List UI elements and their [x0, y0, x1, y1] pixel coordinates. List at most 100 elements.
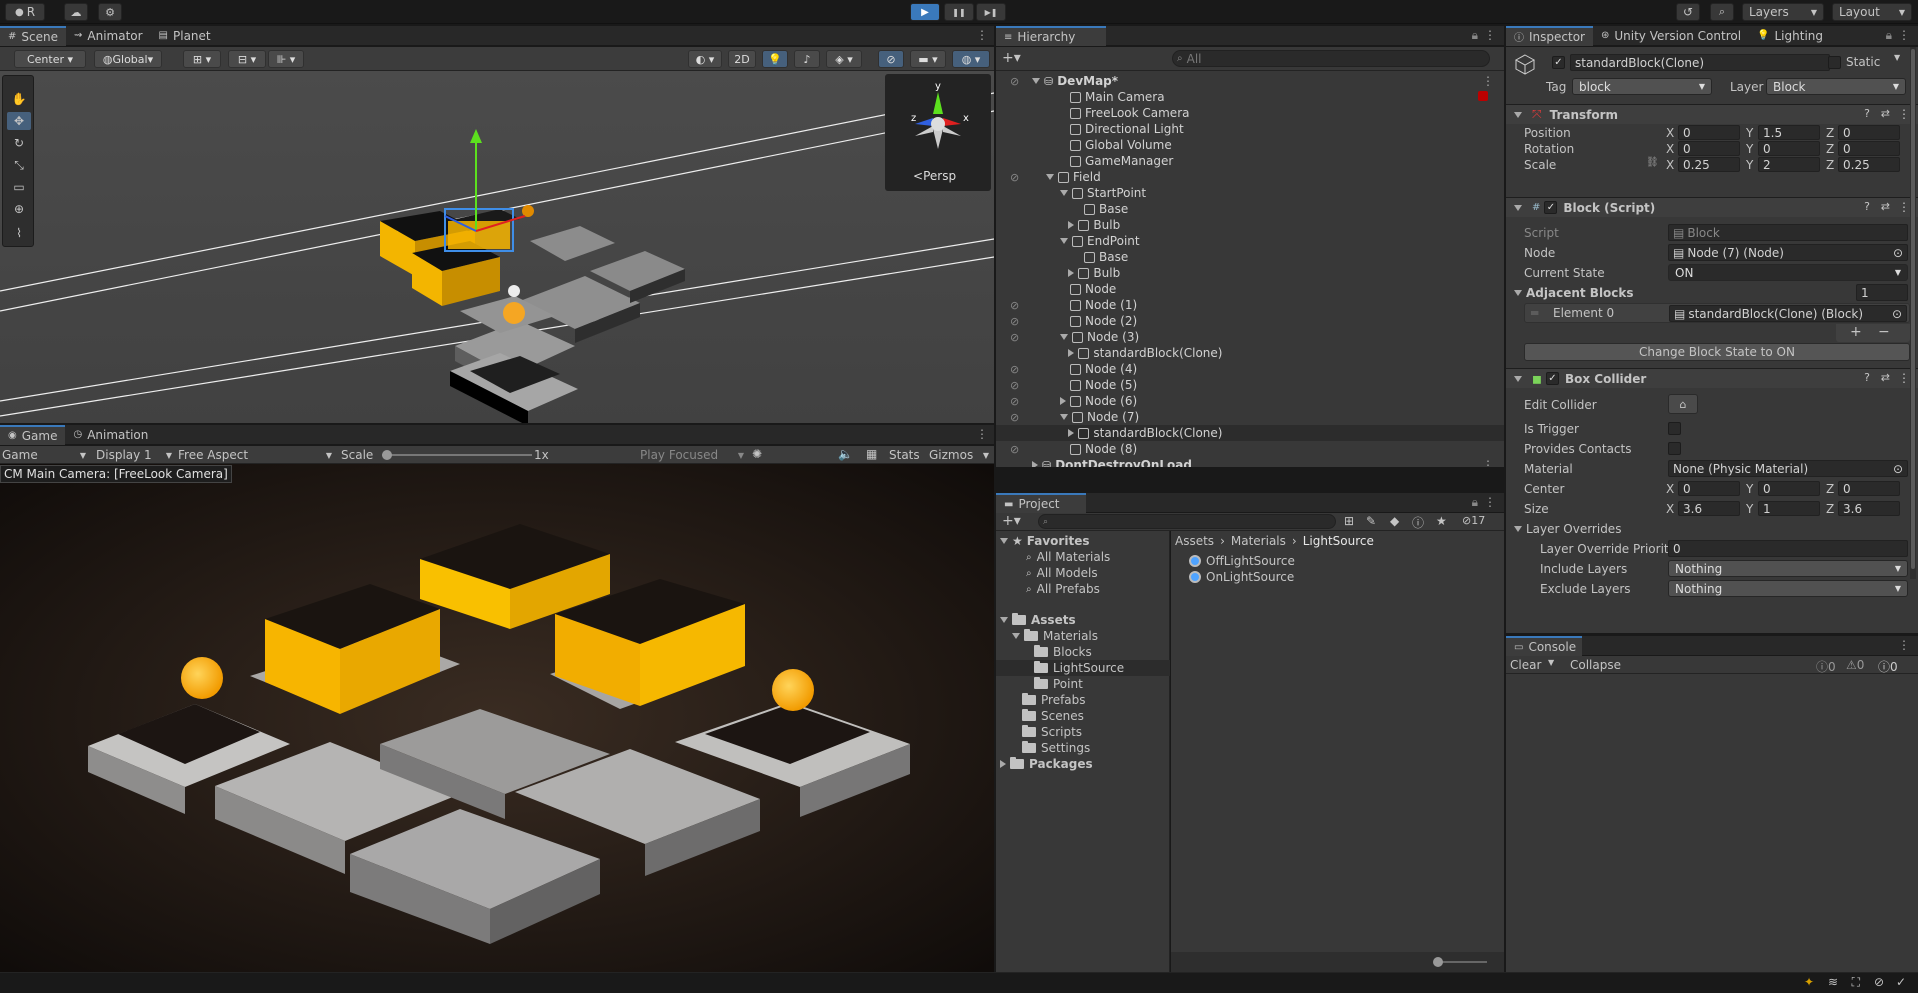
- favorite-item[interactable]: ⌕ All Models: [1026, 565, 1098, 581]
- layers-icon[interactable]: ≋: [1828, 975, 1838, 989]
- expand-icon[interactable]: [1032, 461, 1038, 467]
- expand-icon[interactable]: [1032, 78, 1040, 84]
- draw-mode-button[interactable]: ◐ ▾: [688, 50, 722, 68]
- transform-x-input[interactable]: 0.25: [1678, 157, 1740, 172]
- hierarchy-item[interactable]: ⊘ Node (3): [996, 329, 1504, 345]
- change-state-button[interactable]: Change Block State to ON: [1524, 343, 1910, 361]
- active-checkbox[interactable]: ✓: [1552, 56, 1565, 69]
- project-search-input[interactable]: ⌕: [1038, 514, 1336, 529]
- expand-icon[interactable]: [1068, 429, 1075, 437]
- expand-icon[interactable]: [1060, 238, 1068, 244]
- folder-item[interactable]: Scenes: [996, 708, 1170, 724]
- star-icon[interactable]: ★: [1436, 514, 1447, 528]
- game-viewport[interactable]: CM Main Camera: [FreeLook Camera]: [0, 464, 994, 972]
- size-y-input[interactable]: 1: [1758, 501, 1820, 516]
- node-field[interactable]: ▤ Node (7) (Node) ⊙: [1668, 244, 1908, 261]
- space-dropdown[interactable]: ◍ Global ▾: [94, 50, 162, 68]
- hierarchy-item[interactable]: Node: [996, 281, 1504, 297]
- move-tool-icon[interactable]: ✥: [7, 112, 31, 130]
- include-dropdown[interactable]: Nothing ▼: [1668, 560, 1908, 577]
- tag-dropdown[interactable]: block ▼: [1572, 78, 1712, 95]
- hierarchy-item[interactable]: ⊘ Field: [996, 169, 1504, 185]
- tab-lighting[interactable]: 💡 Lighting: [1749, 26, 1831, 46]
- hierarchy-item[interactable]: FreeLook Camera: [996, 105, 1504, 121]
- more-icon[interactable]: ⋮: [976, 427, 988, 441]
- hierarchy-item[interactable]: Main Camera: [996, 89, 1504, 105]
- center-y-input[interactable]: 0: [1758, 481, 1820, 496]
- breadcrumb-item[interactable]: Materials: [1231, 534, 1286, 548]
- more-icon[interactable]: ⋮: [1482, 74, 1494, 88]
- persp-label[interactable]: <Persp: [913, 169, 956, 183]
- hierarchy-item[interactable]: EndPoint: [996, 233, 1504, 249]
- collab-button[interactable]: ⚙: [98, 3, 122, 21]
- scale-tool-icon[interactable]: ⤡: [7, 156, 31, 174]
- exclude-dropdown[interactable]: Nothing ▼: [1668, 580, 1908, 597]
- transform-tool-icon[interactable]: ⊕: [7, 200, 31, 218]
- expand-icon[interactable]: [1060, 414, 1068, 420]
- expand-icon[interactable]: [1068, 269, 1075, 277]
- pivot-dropdown[interactable]: Center ▾: [14, 50, 86, 68]
- tab-console[interactable]: ▭ Console: [1506, 636, 1582, 656]
- breadcrumb-item[interactable]: Assets: [1175, 534, 1214, 548]
- center-x-input[interactable]: 0: [1678, 481, 1740, 496]
- snap-button[interactable]: ⊟ ▾: [228, 50, 266, 68]
- layer-overrides-row[interactable]: Layer Overrides: [1514, 521, 1621, 537]
- scale-slider[interactable]: [382, 450, 532, 460]
- add-icon[interactable]: +▾: [1002, 513, 1021, 529]
- layers-dropdown[interactable]: Layers ▼: [1742, 3, 1824, 21]
- more-icon[interactable]: ⋮: [1898, 200, 1910, 214]
- visibility-icon[interactable]: ⊘: [1010, 379, 1019, 392]
- target-icon[interactable]: ⊙: [1893, 246, 1903, 260]
- visibility-icon[interactable]: ⊘: [1010, 299, 1019, 312]
- hierarchy-item[interactable]: Base: [996, 201, 1504, 217]
- packages-row[interactable]: Packages: [1000, 756, 1093, 772]
- tab-version-control[interactable]: ⊛ Unity Version Control: [1593, 26, 1749, 46]
- audio-toggle[interactable]: ♪: [794, 50, 820, 68]
- history-button[interactable]: ↺: [1676, 3, 1700, 21]
- tab-animation[interactable]: ◷ Animation: [65, 425, 156, 445]
- visibility-toggle[interactable]: ⊘: [878, 50, 904, 68]
- effects-toggle[interactable]: ◈ ▾: [826, 50, 862, 68]
- visibility-icon[interactable]: ⊘: [1010, 315, 1019, 328]
- hierarchy-item[interactable]: ⛁ DontDestroyOnLoad ⋮: [996, 457, 1504, 467]
- layer-dropdown[interactable]: Block ▼: [1766, 78, 1906, 95]
- expand-icon[interactable]: [1060, 190, 1068, 196]
- hierarchy-item[interactable]: ⊘ ⛁ DevMap* ⋮: [996, 73, 1504, 89]
- link-icon[interactable]: ⛓: [1646, 157, 1659, 168]
- warning-count[interactable]: ⚠0: [1846, 658, 1864, 672]
- edit-collider-button[interactable]: ⌂: [1668, 394, 1698, 414]
- view-dropdown[interactable]: Game ▼: [2, 446, 86, 464]
- visibility-icon[interactable]: ⊘: [1010, 443, 1019, 456]
- folder-item[interactable]: LightSource: [996, 660, 1170, 676]
- hierarchy-item[interactable]: Bulb: [996, 217, 1504, 233]
- more-icon[interactable]: ⋮: [1898, 371, 1910, 385]
- display-dropdown[interactable]: Display 1 ▼: [96, 446, 172, 464]
- pause-button[interactable]: ❚❚: [944, 3, 974, 21]
- visibility-icon[interactable]: ⊘: [1010, 363, 1019, 376]
- preset-icon[interactable]: ⇄: [1881, 371, 1890, 384]
- slider-thumb[interactable]: [1433, 957, 1443, 967]
- debug-icon[interactable]: ⊘: [1874, 975, 1884, 989]
- more-icon[interactable]: ⋮: [976, 28, 988, 42]
- tab-hierarchy[interactable]: ≡ Hierarchy: [996, 26, 1106, 46]
- contacts-checkbox[interactable]: [1668, 442, 1681, 455]
- transform-x-input[interactable]: 0: [1678, 141, 1740, 156]
- search-button[interactable]: ⌕: [1710, 3, 1734, 21]
- tab-inspector[interactable]: ⓘ Inspector: [1506, 25, 1593, 46]
- rect-tool-icon[interactable]: ▭: [7, 178, 31, 196]
- gizmos-button[interactable]: ◍ ▾: [952, 50, 990, 68]
- cloud-button[interactable]: ☁: [64, 3, 88, 21]
- more-icon[interactable]: ⋮: [1484, 495, 1496, 509]
- visibility-icon[interactable]: ⊘: [1010, 171, 1019, 184]
- hierarchy-item[interactable]: ⊘ Node (8): [996, 441, 1504, 457]
- visibility-icon[interactable]: ⊘: [1010, 331, 1019, 344]
- expand-icon[interactable]: [1060, 397, 1066, 405]
- hierarchy-item[interactable]: ⊘ Node (2): [996, 313, 1504, 329]
- tab-planet[interactable]: ▤ Planet: [151, 26, 219, 46]
- error-count[interactable]: ⓘ0: [1878, 658, 1898, 675]
- increment-snap-button[interactable]: ⊪ ▾: [268, 50, 304, 68]
- static-checkbox[interactable]: [1828, 56, 1841, 69]
- folder-item[interactable]: Materials: [996, 628, 1170, 644]
- collapse-button[interactable]: Collapse: [1570, 658, 1621, 672]
- more-icon[interactable]: ⋮: [1898, 28, 1910, 42]
